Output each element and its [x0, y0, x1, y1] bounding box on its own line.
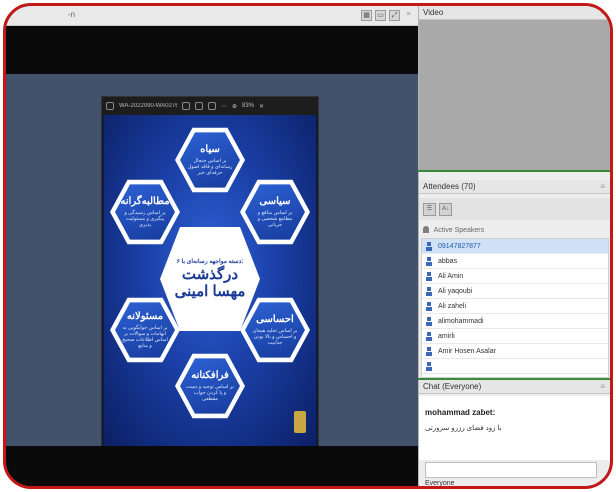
- share-pod-header-icons: ▦ ▭ ⤢ ≡: [361, 10, 414, 21]
- attendee-row[interactable]: Amir Hosen Asalar: [422, 344, 608, 359]
- monitor-icon[interactable]: ▭: [375, 10, 386, 21]
- user-icon: [426, 361, 432, 371]
- attendees-toolbar: ☰ A↓: [419, 198, 610, 220]
- user-icon: [426, 286, 432, 296]
- hex-title: سیاه: [200, 144, 220, 155]
- chat-pod-title: Chat: [423, 382, 440, 391]
- attendees-pod-header: Attendees (70) ≡: [419, 180, 610, 194]
- hex-demanding: مطالبه‌گرانه بر اساس رسیدگی و پیگیری و م…: [110, 179, 180, 245]
- video-pod-title: Video: [423, 8, 444, 17]
- video-area: [419, 20, 610, 170]
- chat-sender: mohammad zabet:: [425, 408, 496, 417]
- attendee-name: 09147827877: [438, 242, 481, 250]
- chat-message-text: با زود فضای رزرو سرورتی: [425, 425, 502, 432]
- close-icon[interactable]: ✕: [259, 103, 264, 110]
- document-toolbar: WA-2022090-WA0276.jpg ⋯ ⊕ 83% ✕: [102, 97, 318, 115]
- hex-desc: بر اساس توجیه و دست و پا کردن جواب مقطعی: [186, 384, 234, 402]
- hex-title: احساسی: [256, 314, 294, 325]
- chat-scope: (Everyone): [442, 382, 482, 391]
- user-icon: [426, 346, 432, 356]
- attendee-name: Ali zaheli: [438, 302, 467, 310]
- attendees-count: (70): [461, 182, 476, 191]
- poster-title-line1: درگذشت: [181, 266, 239, 283]
- hex-projective: فرافکنانه بر اساس توجیه و دست و پا کردن …: [175, 353, 245, 419]
- group-label-text: Active Speakers: [433, 227, 485, 234]
- attendee-row[interactable]: Ali yaqoubi: [422, 284, 608, 299]
- flip-icon[interactable]: [195, 102, 203, 110]
- menu-icon[interactable]: ≡: [403, 10, 414, 21]
- hex-emotional: احساسی بر اساس تخلیه هیجان و احساس و بال…: [240, 297, 310, 363]
- chat-input[interactable]: [425, 462, 597, 478]
- hex-desc: بر اساس جوابگویی به ابهامات و سوالات بر …: [122, 325, 168, 349]
- sort-icon[interactable]: A↓: [439, 202, 452, 216]
- attendee-row[interactable]: 09147827877: [422, 239, 608, 254]
- rotate-icon[interactable]: [182, 102, 190, 110]
- hex-desc: بر اساس منافع و مطامع شخصی و جریانی: [257, 210, 293, 228]
- user-icon: [426, 271, 432, 281]
- chat-pod-header: Chat (Everyone) ≡: [419, 380, 610, 394]
- attendee-row[interactable]: Ali zaheli: [422, 299, 608, 314]
- user-icon: [426, 316, 432, 326]
- hex-responsible: مسئولانه بر اساس جوابگویی به ابهامات و س…: [110, 297, 180, 363]
- attendee-row[interactable]: amirli: [422, 329, 608, 344]
- attendee-name: abbas: [438, 257, 458, 265]
- more-icon[interactable]: ⋯: [221, 103, 227, 110]
- attendee-name: alimohammadi: [438, 317, 484, 325]
- right-panel: Video ≡ Attendees (70) ≡ ☰ A↓ Active Spe…: [418, 6, 610, 486]
- attendee-row[interactable]: alimohammadi: [422, 314, 608, 329]
- poster-subtitle: ۶ دسته مواجهه رسانه‌ای با:: [176, 259, 244, 265]
- user-icon: [426, 331, 432, 341]
- hex-desc: بر اساس جنجال رسانه‌ای و فاقد اصول حرفه‌…: [187, 158, 233, 176]
- hex-title: سیاسی: [259, 196, 291, 207]
- attendee-row[interactable]: Ali Amin: [422, 269, 608, 284]
- hex-black: سیاه بر اساس جنجال رسانه‌ای و فاقد اصول …: [175, 127, 245, 193]
- hex-desc: بر اساس رسیدگی و پیگیری و مسئولیت پذیری: [124, 210, 166, 228]
- attendees-pod-title: Attendees: [423, 182, 460, 191]
- attendee-name: Ali Amin: [438, 272, 464, 280]
- list-view-icon[interactable]: ☰: [423, 202, 436, 216]
- poster-title-line2: مهسا امینی: [174, 283, 246, 300]
- document-filename: WA-2022090-WA0276.jpg: [119, 103, 177, 109]
- chat-recipient[interactable]: Everyone: [425, 480, 455, 486]
- share-pod-header: -n ▦ ▭ ⤢ ≡: [6, 6, 418, 26]
- attendee-row[interactable]: abbas: [422, 254, 608, 269]
- fullscreen-icon[interactable]: ⤢: [389, 10, 400, 21]
- hex-title: مطالبه‌گرانه: [120, 196, 170, 207]
- hex-desc: بر اساس تخلیه هیجان و احساس و بالا بودن …: [252, 328, 298, 346]
- shared-poster-image: سیاه بر اساس جنجال رسانه‌ای و فاقد اصول …: [104, 115, 316, 447]
- hex-political: سیاسی بر اساس منافع و مطامع شخصی و جریان…: [240, 179, 310, 245]
- pod-menu-icon[interactable]: ≡: [600, 182, 605, 191]
- screen-frame: -n ▦ ▭ ⤢ ≡ WA-2022090-WA0276.jpg ⋯ ⊕ 83%…: [3, 3, 613, 489]
- share-pod-title: -n: [68, 10, 76, 19]
- logo-icon: [294, 411, 306, 433]
- hex-title: فرافکنانه: [191, 370, 229, 381]
- attendee-name: amirli: [438, 332, 455, 340]
- pod-menu-icon[interactable]: ≡: [600, 8, 605, 17]
- heart-icon[interactable]: [208, 102, 216, 110]
- active-speakers-label: Active Speakers: [419, 224, 610, 238]
- settings-icon[interactable]: [106, 102, 114, 110]
- attendees-list[interactable]: 09147827877 abbas Ali Amin Ali yaqoubi A…: [421, 238, 609, 378]
- share-pod: -n ▦ ▭ ⤢ ≡ WA-2022090-WA0276.jpg ⋯ ⊕ 83%…: [6, 6, 418, 486]
- video-pod-header: Video ≡: [419, 6, 610, 20]
- letterbox-top: [6, 26, 418, 74]
- zoom-level: 83%: [242, 103, 255, 109]
- attendee-name: Amir Hosen Asalar: [438, 347, 496, 355]
- document-viewer: WA-2022090-WA0276.jpg ⋯ ⊕ 83% ✕ سیاه بر …: [101, 96, 319, 448]
- hex-title: مسئولانه: [126, 311, 164, 322]
- letterbox-bottom: [6, 446, 418, 486]
- chat-messages: mohammad zabet: با زود فضای رزرو سرورتی: [419, 396, 610, 460]
- speaker-icon: [423, 226, 429, 233]
- zoom-icon[interactable]: ⊕: [232, 103, 237, 110]
- attendee-name: Ali yaqoubi: [438, 287, 473, 295]
- pod-menu-icon[interactable]: ≡: [600, 382, 605, 391]
- grid-icon[interactable]: ▦: [361, 10, 372, 21]
- pod-divider: [418, 170, 610, 172]
- user-icon: [426, 301, 432, 311]
- pod-divider: [418, 378, 610, 380]
- user-icon: [426, 241, 432, 251]
- attendee-row[interactable]: [422, 359, 608, 374]
- poster-center-panel: ۶ دسته مواجهه رسانه‌ای با: درگذشت مهسا ا…: [160, 227, 260, 331]
- user-icon: [426, 256, 432, 266]
